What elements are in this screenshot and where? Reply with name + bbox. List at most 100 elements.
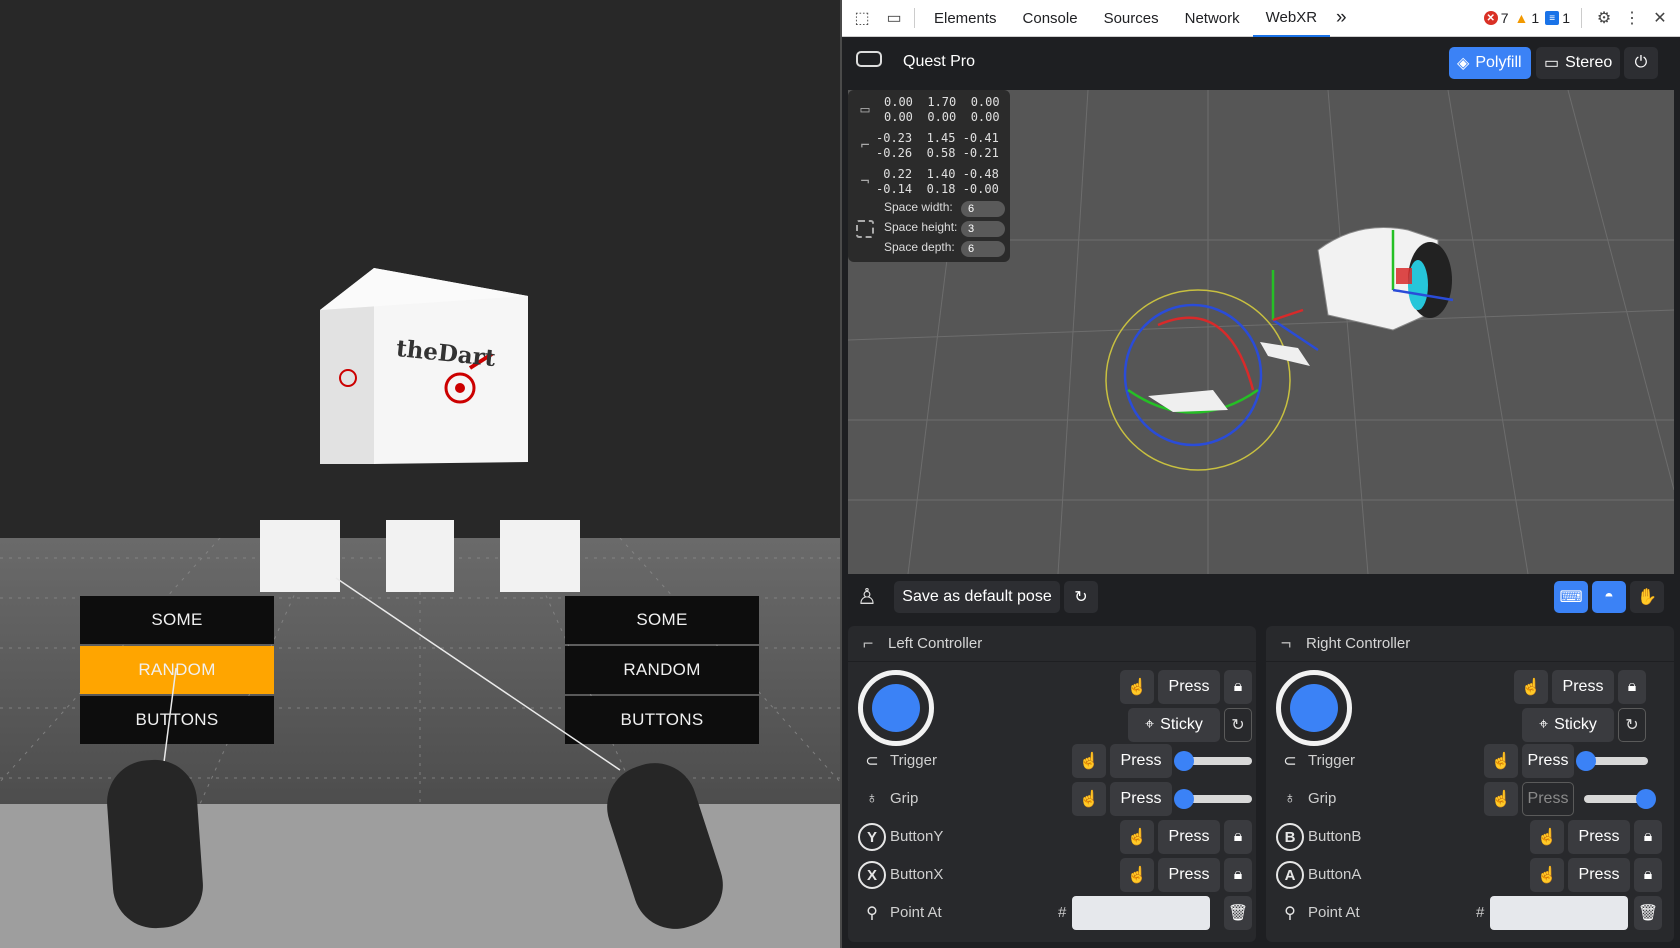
point-at-icon: ⚲ xyxy=(866,905,878,922)
right-grip-slider-knob[interactable] xyxy=(1636,789,1656,809)
tab-elements[interactable]: Elements xyxy=(921,0,1010,37)
right-button-b-touch-button[interactable]: ☝ xyxy=(1530,820,1564,854)
left-button-y-press-button[interactable]: Press xyxy=(1158,820,1220,854)
right-button-a-touch-button[interactable]: ☝ xyxy=(1530,858,1564,892)
left-grip-slider-knob[interactable] xyxy=(1174,789,1194,809)
left-sticky-button[interactable]: ⌖ Sticky xyxy=(1128,708,1220,742)
left-button-y-label: ButtonY xyxy=(890,828,944,845)
right-controller-header: ¬ Right Controller xyxy=(1266,626,1674,662)
space-depth-field[interactable]: 6 xyxy=(961,241,1005,257)
stereo-button[interactable]: ▭ Stereo xyxy=(1536,47,1620,79)
right-button-b-row: B ButtonB ☝ Press 🔒︎ xyxy=(1266,820,1674,854)
right-trigger-touch-button[interactable]: ☝ xyxy=(1484,744,1518,778)
right-controller-rotation: -0.14 0.18 -0.00 xyxy=(876,182,999,196)
message-count-badge[interactable]: ≡ 1 xyxy=(1542,10,1573,26)
left-point-at-delete-button[interactable]: 🗑︎ xyxy=(1224,896,1252,930)
button-x-icon: X xyxy=(858,861,886,889)
left-button-x-press-button[interactable]: Press xyxy=(1158,858,1220,892)
left-sticky-reset-button[interactable]: ↻ xyxy=(1224,708,1252,742)
right-thumbstick-touch-button[interactable]: ☝ xyxy=(1514,670,1548,704)
tab-sources[interactable]: Sources xyxy=(1091,0,1172,37)
device-toolbar-icon[interactable]: ▭ xyxy=(880,4,908,32)
sticky-icon: ⌖ xyxy=(1539,716,1549,733)
left-controller-title: Left Controller xyxy=(888,635,983,652)
stereo-label: Stereo xyxy=(1565,54,1613,71)
lock-icon: 🔒︎ xyxy=(1233,678,1243,695)
trigger-icon: ⊂ xyxy=(1283,753,1297,770)
space-width-field[interactable]: 6 xyxy=(961,201,1005,217)
warning-count-badge[interactable]: ▲ 1 xyxy=(1512,10,1543,26)
left-point-at-input[interactable] xyxy=(1072,896,1210,930)
inspect-element-icon[interactable]: ⬚ xyxy=(848,4,876,32)
left-thumbstick-lock-button[interactable]: 🔒︎ xyxy=(1224,670,1252,704)
save-default-pose-button[interactable]: Save as default pose xyxy=(894,581,1060,613)
device-header: Quest Pro ◈ Polyfill ▭ Stereo ⏻ xyxy=(842,37,1680,89)
keyboard-mode-button[interactable]: ⌨ xyxy=(1554,581,1588,613)
left-trigger-slider-knob[interactable] xyxy=(1174,751,1194,771)
right-point-at-delete-button[interactable]: 🗑︎ xyxy=(1634,896,1662,930)
settings-gear-icon[interactable]: ⚙ xyxy=(1590,4,1618,32)
tab-webxr[interactable]: WebXR xyxy=(1252,0,1331,37)
person-pose-icon[interactable]: ♙ xyxy=(852,583,882,611)
left-trigger-press-button[interactable]: Press xyxy=(1110,744,1172,778)
left-thumbstick-press-row: ☝ Press 🔒︎ xyxy=(848,670,1256,704)
right-thumbstick-press-button[interactable]: Press xyxy=(1552,670,1614,704)
left-button-y-lock-button[interactable]: 🔒︎ xyxy=(1224,820,1252,854)
left-thumbstick-touch-button[interactable]: ☝ xyxy=(1120,670,1154,704)
close-devtools-icon[interactable]: ✕ xyxy=(1646,4,1674,32)
right-grip-touch-button[interactable]: ☝ xyxy=(1484,782,1518,816)
left-trigger-touch-button[interactable]: ☝ xyxy=(1072,744,1106,778)
polyfill-button[interactable]: ◈ Polyfill xyxy=(1449,47,1531,79)
left-controller-model[interactable] xyxy=(104,757,206,931)
space-height-field[interactable]: 3 xyxy=(961,221,1005,237)
left-grip-touch-button[interactable]: ☝ xyxy=(1072,782,1106,816)
gamepad-icon: ◓ xyxy=(1604,588,1614,605)
right-sticky-label: Sticky xyxy=(1554,716,1597,733)
button-y-icon: Y xyxy=(858,823,886,851)
left-controller-header: ⌐ Left Controller xyxy=(848,626,1256,662)
reset-pose-button[interactable]: ↻ xyxy=(1064,581,1098,613)
right-sticky-reset-button[interactable]: ↻ xyxy=(1618,708,1646,742)
device-name[interactable]: Quest Pro xyxy=(903,53,975,71)
tab-console[interactable]: Console xyxy=(1010,0,1091,37)
reset-icon: ↻ xyxy=(1625,717,1639,734)
right-controller-icon: ¬ xyxy=(1280,633,1292,653)
left-thumbstick-press-button[interactable]: Press xyxy=(1158,670,1220,704)
right-thumbstick-lock-button[interactable]: 🔒︎ xyxy=(1618,670,1646,704)
grip-icon: ♁ xyxy=(866,790,878,807)
left-grip-label: Grip xyxy=(890,790,919,807)
lock-icon: 🔒︎ xyxy=(1643,866,1653,883)
touch-icon: ☝ xyxy=(1521,679,1541,696)
touch-icon: ☝ xyxy=(1079,791,1099,808)
hand-mode-button[interactable]: ✋ xyxy=(1630,581,1664,613)
right-grip-press-button[interactable]: Press xyxy=(1522,782,1574,816)
left-button-x-lock-button[interactable]: 🔒︎ xyxy=(1224,858,1252,892)
right-trigger-slider-knob[interactable] xyxy=(1576,751,1596,771)
space-height-label: Space height: xyxy=(884,220,958,234)
right-thumbstick-sticky-row: ⌖ Sticky ↻ xyxy=(1266,708,1674,742)
left-grip-press-button[interactable]: Press xyxy=(1110,782,1172,816)
right-button-b-press-button[interactable]: Press xyxy=(1568,820,1630,854)
power-icon: ⏻ xyxy=(1634,54,1648,71)
more-options-icon[interactable]: ⋮ xyxy=(1618,4,1646,32)
right-button-b-lock-button[interactable]: 🔒︎ xyxy=(1634,820,1662,854)
controller-mode-button[interactable]: ◓ xyxy=(1592,581,1626,613)
right-button-a-press-button[interactable]: Press xyxy=(1568,858,1630,892)
touch-icon: ☝ xyxy=(1491,791,1511,808)
button-a-icon: A xyxy=(1276,861,1304,889)
left-button-y-touch-button[interactable]: ☝ xyxy=(1120,820,1154,854)
power-button[interactable]: ⏻ xyxy=(1624,47,1658,79)
touch-icon: ☝ xyxy=(1127,679,1147,696)
left-button-x-touch-button[interactable]: ☝ xyxy=(1120,858,1154,892)
right-sticky-button[interactable]: ⌖ Sticky xyxy=(1522,708,1614,742)
right-button-a-lock-button[interactable]: 🔒︎ xyxy=(1634,858,1662,892)
right-trigger-press-button[interactable]: Press xyxy=(1522,744,1574,778)
tab-network[interactable]: Network xyxy=(1172,0,1253,37)
right-point-at-input[interactable] xyxy=(1490,896,1628,930)
more-tabs-button[interactable]: » xyxy=(1330,0,1353,37)
vr-scene-view[interactable]: theDart SOME RANDOM BUTTONS SOME RANDOM … xyxy=(0,0,840,948)
right-point-at-hash: # xyxy=(1476,904,1485,921)
error-count-badge[interactable]: ✕ 7 xyxy=(1481,10,1512,26)
left-controller-pose-icon: ⌐ xyxy=(860,136,870,154)
left-trigger-row: ⊂ Trigger ☝ Press xyxy=(848,744,1256,778)
